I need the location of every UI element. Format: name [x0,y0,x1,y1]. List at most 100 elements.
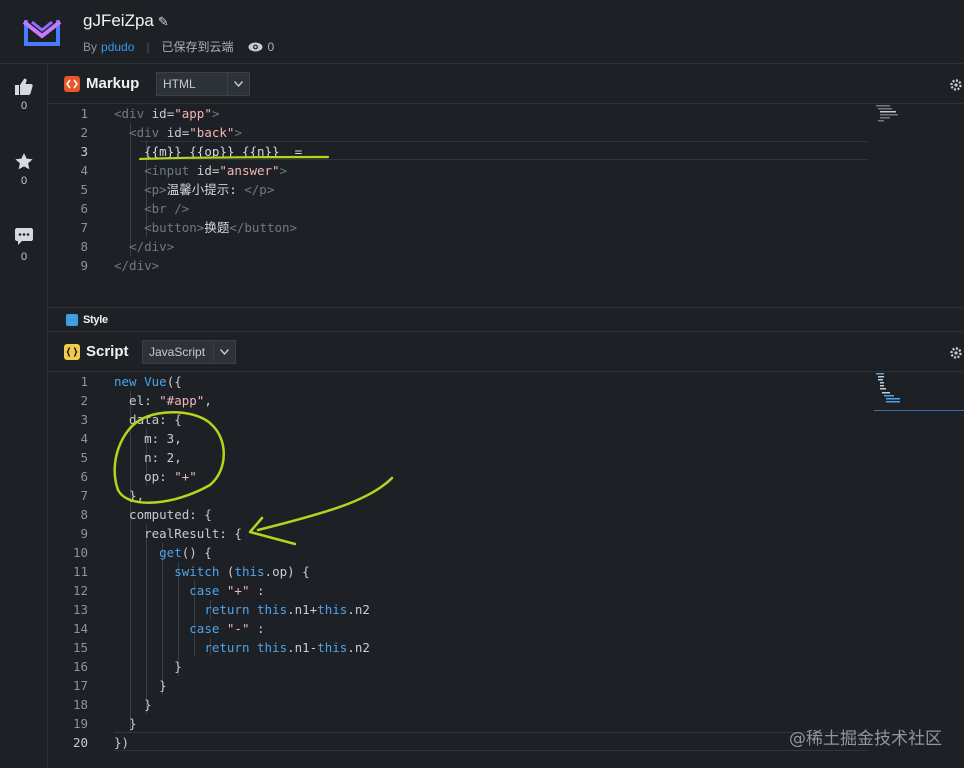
minimap[interactable] [874,104,904,124]
code-text: <input id="answer"> [144,163,288,178]
markup-panel-header: Markup HTML [48,64,964,104]
code-text: computed: { [114,507,212,522]
code-text: } [114,659,182,674]
code-line: 17 } [48,676,868,695]
line-number: 8 [80,239,88,254]
line-number: 3 [80,412,88,427]
minimap[interactable] [874,372,964,412]
code-text: n: 2, [114,450,182,465]
code-text: } [114,678,167,693]
code-line: 1 <div id="app"> [48,104,868,123]
line-number: 1 [80,106,88,121]
code-line: 15 return this.n1-this.n2 [48,638,868,657]
line-number: 7 [80,488,88,503]
js-icon [64,344,80,360]
code-text: } [114,697,152,712]
code-text: el: "#app", [114,393,212,408]
code-text: <div id="back"> [129,125,242,140]
line-number: 3 [80,144,88,159]
markup-editor[interactable]: 1 <div id="app"> 2 <div id="back"> 3 {{m}… [48,104,964,307]
markup-settings-gear-icon[interactable] [950,78,962,96]
code-text: switch (this.op) { [174,564,310,579]
line-number: 6 [80,201,88,216]
code-line: 4 <input id="answer"> [48,161,868,180]
project-meta: By pdudo | 已保存到云端 0 [83,38,274,55]
script-settings-gear-icon[interactable] [950,346,962,364]
code-line: 4 m: 3, [48,429,868,448]
meta-divider: | [146,39,150,54]
comment-count: 0 [20,251,28,263]
left-rail: 0 0 0 [0,64,48,768]
code-text: }) [114,735,130,750]
view-count: 0 [267,39,275,54]
code-line: 7 <button>换题</button> [48,218,868,237]
line-number: 13 [72,602,88,617]
project-title-text[interactable]: gJFeiZpa [83,11,154,30]
code-line: 14 case "-" : [48,619,868,638]
star-button[interactable]: 0 [0,153,48,187]
code-line: 1 new Vue({ [48,372,868,391]
header: gJFeiZpa ✎ By pdudo | 已保存到云端 0 [0,0,964,64]
line-number: 1 [80,374,88,389]
save-status: 已保存到云端 [161,40,234,54]
author-link[interactable]: pdudo [101,40,134,54]
style-title: Style [83,314,108,326]
code-line: 3 data: { [48,410,868,429]
project-title[interactable]: gJFeiZpa ✎ [83,11,169,31]
comment-button[interactable]: 0 [0,228,48,263]
chevron-down-icon [213,341,235,363]
line-number: 19 [72,716,88,731]
code-text: realResult: { [114,526,242,541]
line-number: 6 [80,469,88,484]
by-label: By [83,39,98,54]
line-number: 4 [80,431,88,446]
code-line: 8 </div> [48,237,868,256]
code-text: new Vue({ [114,374,182,389]
css-icon [66,314,78,326]
script-panel-header: Script JavaScript [48,332,964,372]
script-editor[interactable]: 1 new Vue({ 2 el: "#app", 3 data: { 4 m: … [48,372,964,768]
chevron-down-icon [227,73,249,95]
line-number: 18 [72,697,88,712]
edit-pencil-icon[interactable]: ✎ [158,14,169,29]
html-icon [64,76,80,92]
code-line: 12 case "+" : [48,581,868,600]
code-line: 10 get() { [48,543,868,562]
code-line: 13 return this.n1+this.n2 [48,600,868,619]
code-line: 11 switch (this.op) { [48,562,868,581]
code-text: op: "+" [114,469,197,484]
code-line: 6 <br /> [48,199,868,218]
code-line: 9 realResult: { [48,524,868,543]
code-line: 9 </div> [48,256,868,275]
line-number: 9 [80,526,88,541]
code-text: }, [114,488,145,503]
code-text: m: 3, [114,431,182,446]
code-text: } [114,716,137,731]
line-number: 11 [72,564,88,579]
script-language-select[interactable]: JavaScript [142,340,236,364]
code-line: 18 } [48,695,868,714]
line-number: 15 [72,640,88,655]
thumbs-up-icon [15,78,33,95]
line-number: 20 [72,735,88,750]
line-number: 16 [72,659,88,674]
line-number: 7 [80,220,88,235]
line-number: 14 [72,621,88,636]
code-line: 16 } [48,657,868,676]
code-text: return this.n1+this.n2 [204,602,370,617]
code-text: return this.n1-this.n2 [204,640,370,655]
line-number: 2 [80,393,88,408]
code-text: get() { [159,545,212,560]
markup-language-select[interactable]: HTML [156,72,250,96]
style-panel-header[interactable]: Style [48,307,964,332]
code-text: <div id="app"> [114,106,220,121]
code-line: 5 <p>温馨小提示: </p> [48,180,868,199]
line-number: 8 [80,507,88,522]
code-text: case "-" : [189,621,265,636]
line-number: 9 [80,258,88,273]
codepen-logo-icon[interactable] [22,14,62,50]
like-button[interactable]: 0 [0,78,48,112]
code-text: <p>温馨小提示: </p> [144,182,275,197]
markup-language-value: HTML [163,77,196,91]
code-text: <button>换题</button> [144,220,298,235]
